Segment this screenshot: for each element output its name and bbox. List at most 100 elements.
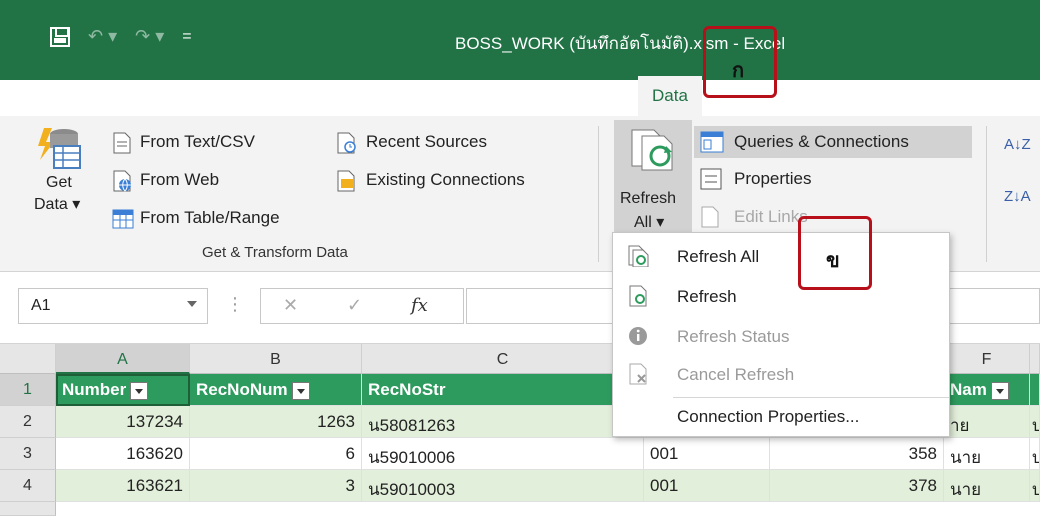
refresh-all-button[interactable]: Refresh All ▾ — [614, 120, 692, 236]
table-cell[interactable]: 358 — [770, 438, 944, 470]
header-label: RecNoStr — [368, 380, 446, 399]
column-header-g[interactable] — [1030, 344, 1040, 374]
table-cell[interactable]: 3 — [190, 470, 362, 502]
table-cell[interactable]: น58081263 — [362, 406, 644, 438]
tab-file[interactable]: File — [48, 82, 75, 102]
tab-insert[interactable]: Insert — [254, 82, 297, 102]
get-data-icon — [38, 128, 81, 169]
menu-label-connection-properties: Connection Properties... — [677, 407, 860, 426]
existing-connections-icon — [337, 170, 355, 192]
menu-item-connection-properties[interactable]: Connection Properties... — [613, 397, 949, 435]
column-header-f[interactable]: F — [944, 344, 1030, 374]
filter-dropdown-icon[interactable] — [291, 381, 310, 400]
row-header-4[interactable]: 4 — [0, 470, 56, 502]
properties-label: Properties — [734, 169, 812, 188]
table-header-number[interactable]: Number — [56, 374, 190, 406]
from-table-range-button[interactable]: From Table/Range — [112, 206, 322, 232]
table-header-g[interactable] — [1030, 374, 1040, 406]
recent-sources-button[interactable]: Recent Sources — [336, 130, 526, 156]
group-label-get-transform: Get & Transform Data — [202, 244, 348, 261]
table-cell[interactable]: 163621 — [56, 470, 190, 502]
tab-formulas[interactable]: Formulas — [524, 82, 595, 102]
existing-connections-button[interactable]: Existing Connections — [336, 168, 586, 194]
redo-icon[interactable]: ↷ ▾ — [135, 26, 164, 47]
header-label: RecNoNum — [196, 380, 288, 399]
sort-az-label: A↓Z — [1004, 136, 1031, 153]
tab-help[interactable]: Help — [965, 82, 1000, 102]
menu-item-refresh[interactable]: Refresh — [613, 277, 949, 315]
table-cell[interactable]: บ — [1030, 470, 1040, 502]
table-cell[interactable]: บ — [1030, 406, 1040, 438]
refresh-all-label-1: Refresh — [620, 190, 677, 207]
select-all-corner[interactable] — [0, 344, 56, 374]
column-header-a[interactable]: A — [56, 344, 190, 374]
table-header-recnonum[interactable]: RecNoNum — [190, 374, 362, 406]
refresh-all-icon — [631, 129, 673, 171]
filter-dropdown-icon[interactable] — [130, 381, 149, 400]
from-web-label: From Web — [140, 170, 220, 189]
undo-icon[interactable]: ↶ ▾ — [88, 26, 117, 47]
name-box[interactable]: A1 — [18, 288, 208, 324]
title-bar: ↶ ▾ ↷ ▾ = BOSS_WORK (บันทึกอัตโนมัติ).xl… — [0, 0, 1040, 80]
sort-az-icon[interactable]: A↓Z — [1004, 136, 1031, 153]
table-cell[interactable]: นาย — [944, 470, 1030, 502]
from-text-csv-button[interactable]: From Text/CSV — [112, 130, 312, 156]
table-cell[interactable]: 137234 — [56, 406, 190, 438]
grip-icon[interactable]: ⋮ — [226, 294, 244, 315]
row-header-1[interactable]: 1 — [0, 374, 56, 406]
sort-za-label: Z↓A — [1004, 188, 1031, 205]
row-header-2[interactable]: 2 — [0, 406, 56, 438]
refresh-all-menu: Refresh All Refresh Refresh Status Cance… — [612, 232, 950, 437]
refresh-all-label-2: All ▾ — [634, 214, 665, 231]
get-data-label-2: Data ▾ — [34, 196, 81, 213]
queries-connections-button[interactable]: Queries & Connections — [694, 126, 972, 158]
save-icon[interactable] — [50, 26, 70, 47]
ribbon-tabs: File Home Insert Page Layout Formulas Da… — [0, 76, 1040, 118]
table-cell[interactable]: น59010006 — [362, 438, 644, 470]
cancel-icon[interactable]: ✕ — [283, 295, 298, 316]
from-web-button[interactable]: From Web — [112, 168, 272, 194]
tab-page-layout[interactable]: Page Layout — [355, 82, 450, 102]
existing-connections-label: Existing Connections — [366, 170, 525, 189]
annotation-label-b: ข — [826, 248, 840, 272]
table-cell[interactable]: 378 — [770, 470, 944, 502]
table-cell[interactable]: 1263 — [190, 406, 362, 438]
insert-function-icon[interactable]: fx — [411, 295, 428, 316]
table-cell[interactable]: 001 — [644, 438, 770, 470]
tab-home[interactable]: Home — [145, 82, 190, 102]
table-cell[interactable]: าย — [944, 406, 1030, 438]
table-cell[interactable]: น59010003 — [362, 470, 644, 502]
menu-item-cancel-refresh: Cancel Refresh — [613, 355, 949, 393]
annotation-label-a: ก — [732, 58, 745, 82]
table-cell[interactable]: บ — [1030, 438, 1040, 470]
row-header-5[interactable] — [0, 502, 56, 516]
edit-links-icon — [701, 206, 719, 228]
info-icon — [629, 327, 647, 345]
enter-icon[interactable]: ✓ — [347, 295, 362, 316]
get-data-button[interactable]: Get Data ▾ — [30, 122, 90, 232]
group-divider — [598, 126, 599, 262]
column-header-c[interactable]: C — [362, 344, 644, 374]
header-label: Number — [62, 380, 127, 399]
tab-view[interactable]: View — [872, 82, 909, 102]
filter-dropdown-icon[interactable] — [990, 381, 1009, 400]
table-cell[interactable]: นาย — [944, 438, 1030, 470]
table-cell[interactable]: 001 — [644, 470, 770, 502]
tab-data[interactable]: Data — [638, 76, 702, 118]
table-header-nam[interactable]: Nam — [944, 374, 1030, 406]
text-file-icon — [113, 132, 131, 154]
properties-button[interactable]: Properties — [694, 164, 894, 194]
refresh-all-icon — [628, 245, 649, 267]
table-header-recnostr[interactable]: RecNoStr — [362, 374, 644, 406]
sort-za-icon[interactable]: Z↓A — [1004, 188, 1031, 205]
table-cell[interactable]: 163620 — [56, 438, 190, 470]
chevron-down-icon[interactable] — [187, 301, 197, 307]
menu-item-refresh-all[interactable]: Refresh All — [613, 237, 949, 275]
refresh-icon — [629, 285, 647, 307]
formula-buttons: ✕ ✓ fx — [260, 288, 464, 324]
cancel-refresh-icon — [629, 363, 647, 385]
row-header-3[interactable]: 3 — [0, 438, 56, 470]
customize-qat-icon[interactable]: = — [182, 28, 191, 46]
table-cell[interactable]: 6 — [190, 438, 362, 470]
column-header-b[interactable]: B — [190, 344, 362, 374]
